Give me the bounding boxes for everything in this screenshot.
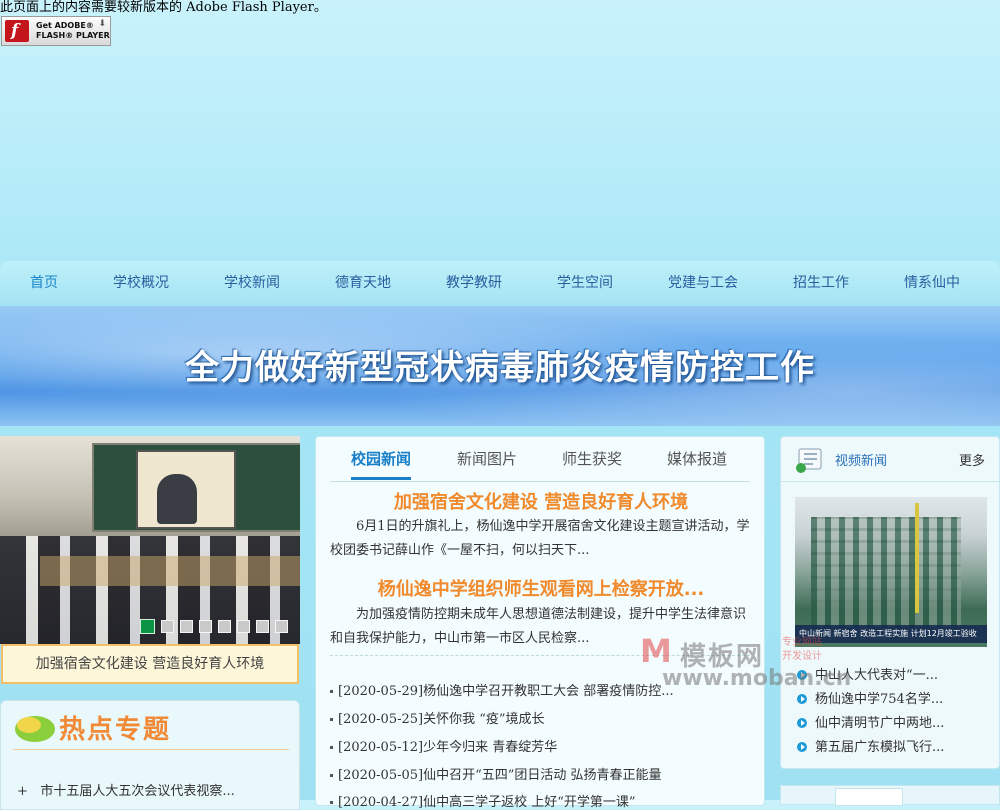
hot-topics-title: 热点专题 [59,715,172,745]
video-list-item[interactable]: 仙中清明节广中两地... [797,712,944,731]
news-list-item[interactable]: [2020-05-12]少年今归来 青春绽芳华 [330,736,557,755]
video-divider [781,481,999,482]
slider-dot[interactable] [161,620,174,633]
banner-title: 全力做好新型冠状病毒肺炎疫情防控工作 [185,348,815,388]
main-nav: 首页 学校概况 学校新闻 德育天地 教学教研 学生空间 党建与工会 招生工作 情… [0,261,1000,306]
leaf-icon [15,716,55,742]
tab-news-photos[interactable]: 新闻图片 [457,449,517,477]
video-more-link[interactable]: 更多 [959,450,985,469]
download-arrow-icon: ⬇ [98,19,106,29]
feature-headline[interactable]: 杨仙逸中学组织师生观看网上检察开放... [316,575,766,601]
slider-dot[interactable] [140,619,155,634]
news-panel: 校园新闻 新闻图片 师生获奖 媒体报道 加强宿舍文化建设 营造良好育人环境 6月… [315,436,766,810]
slider-dot[interactable] [180,620,193,633]
slider-dot[interactable] [218,620,231,633]
video-news-panel: 视频新闻 更多 中山新闻 新宿舍 改造工程实施 计划12月竣工验收 中山人大代表… [780,436,1000,769]
speaker-figure [157,474,197,524]
flash-logo-icon: f [5,20,29,42]
news-list-item[interactable]: [2020-05-25]关怀你我 “疫”境成长 [330,708,545,727]
slider-dot[interactable] [275,620,288,633]
play-icon [797,742,807,752]
tab-campus-news[interactable]: 校园新闻 [351,449,412,480]
video-news-icon [796,448,822,473]
video-list-item[interactable]: 第五届广东模拟飞行... [797,736,944,755]
news-list-item[interactable]: [2020-05-05]仙中召开“五四”团日活动 弘扬青春正能量 [330,764,662,783]
slider-dot[interactable] [199,620,212,633]
secondary-panel-header [780,785,1000,806]
nav-item-moral-education[interactable]: 德育天地 [313,261,413,306]
tab-awards[interactable]: 师生获奖 [562,449,622,477]
nav-item-home[interactable]: 首页 [0,261,94,306]
get-flash-player-button[interactable]: f Get ADOBE® FLASH® PLAYER ⬇ [1,16,111,46]
flash-required-notice: 此页面上的内容需要较新版本的 Adobe Flash Player。 [0,0,327,15]
hot-topic-item[interactable]: + 市十五届人大五次会议代表视察... [17,780,235,799]
nav-item-alumni[interactable]: 情系仙中 [882,261,982,306]
secondary-tab[interactable] [835,788,903,806]
news-list-item[interactable]: [2020-05-29]杨仙逸中学召开教职工大会 部署疫情防控... [330,680,674,699]
nav-item-admissions[interactable]: 招生工作 [771,261,871,306]
news-list-item[interactable]: [2020-04-27]仙中高三学子返校 上好“开学第一课” [330,791,636,810]
hot-topics-divider [13,749,289,750]
desk-figure [40,556,300,586]
tab-divider [330,481,750,482]
video-news-title: 视频新闻 [835,454,888,469]
slider-dot[interactable] [256,620,269,633]
tab-media-reports[interactable]: 媒体报道 [667,449,727,477]
video-thumbnail[interactable]: 中山新闻 新宿舍 改造工程实施 计划12月竣工验收 [795,497,987,647]
moban-watermark: M 模板网 专业网站 开发设计 www.moban.cn [640,632,852,691]
feature-summary: 6月1日的升旗礼上，杨仙逸中学开展宿舍文化建设主题宣讲活动，学校团委书记薛山作《… [330,519,750,558]
nav-item-about[interactable]: 学校概况 [91,261,191,306]
play-icon [797,718,807,728]
nav-item-teaching-research[interactable]: 教学教研 [424,261,524,306]
photo-slider[interactable] [0,436,300,644]
nav-item-student-space[interactable]: 学生空间 [535,261,635,306]
slide-caption-link[interactable]: 加强宿舍文化建设 营造良好育人环境 [1,644,299,684]
play-icon [797,694,807,704]
nav-item-party-union[interactable]: 党建与工会 [653,261,753,306]
feature-headline[interactable]: 加强宿舍文化建设 营造良好育人环境 [316,488,766,514]
nav-item-school-news[interactable]: 学校新闻 [202,261,302,306]
hot-topics-panel: 热点专题 + 市十五届人大五次会议代表视察... [0,700,300,810]
slider-dot[interactable] [237,620,250,633]
epidemic-banner: 全力做好新型冠状病毒肺炎疫情防控工作 [0,306,1000,426]
